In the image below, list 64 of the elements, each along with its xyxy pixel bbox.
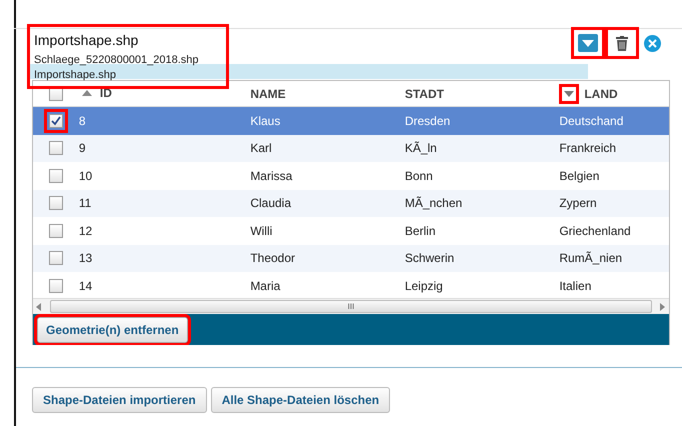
table-cell: Leipzig [404,278,443,293]
sort-down-icon[interactable] [564,88,574,98]
sort-up-icon[interactable] [82,88,92,98]
horizontal-scrollbar[interactable]: III [33,298,669,314]
dropdown-value: Importshape.shp [34,31,140,50]
table-row[interactable]: 10 Marissa Bonn Belgien [33,162,669,190]
footer-button[interactable]: Shape-Dateien importieren [32,387,207,413]
table-row[interactable]: 9 Karl KÃ_ln Frankreich [33,134,669,162]
checkbox[interactable] [48,251,63,266]
table-cell: 14 [78,278,92,293]
table-row[interactable]: 11 Claudia MÃ_nchen Zypern [33,190,669,217]
delete-button[interactable] [608,30,636,56]
table-cell: Schwerin [404,251,454,266]
checkbox[interactable] [48,196,63,210]
table-row[interactable]: 8 Klaus Dresden Deutschand [33,107,669,134]
table-cell: Marissa [250,168,292,183]
table-cell: 11 [78,196,92,210]
caret-icon [578,34,598,52]
scroll-right-icon[interactable] [660,302,666,310]
table-cell: MÃ_nchen [404,196,462,210]
table-cell: RumÃ_nien [559,251,622,266]
table-cell: 13 [78,251,92,266]
table-cell: Zypern [559,196,597,210]
trash-icon [616,36,628,50]
table-cell: Deutschand [559,114,624,128]
column-header[interactable]: LAND [584,84,618,102]
scrollbar-thumb[interactable]: III [50,300,652,313]
table-cell: Frankreich [559,141,616,156]
table-cell: 9 [78,141,86,156]
column-header[interactable]: STADT [404,84,444,102]
checkbox[interactable] [48,224,63,238]
scroll-left-icon[interactable] [36,302,42,310]
table-cell: Karl [250,141,272,156]
file-dropdown[interactable]: Importshape.shp Schlaege_5220800001_2018.shp Importshape.shp [30,27,226,86]
table-cell: KÃ_ln [404,141,437,156]
table-cell: Dresden [404,114,450,128]
table-cell: 10 [78,168,92,183]
table-cell: Bonn [404,168,433,183]
table-cell: 8 [78,114,86,128]
checkbox[interactable] [48,278,63,293]
dropdown-option[interactable]: Schlaege_5220800001_2018.shp [34,53,222,68]
table-cell: Belgien [559,168,600,183]
download-button[interactable] [574,30,602,56]
close-icon [644,34,660,52]
table-row[interactable]: 13 Theodor Schwerin RumÃ_nien [33,244,669,272]
table-cell: Willi [250,224,272,238]
table-cell: Italien [559,278,592,293]
table-cell: Berlin [404,224,436,238]
table-cell: 12 [78,224,92,238]
table-row[interactable]: 12 Willi Berlin Griechenland [33,217,669,244]
table-cell: Theodor [250,251,296,266]
footer-button[interactable]: Alle Shape-Dateien löschen [210,387,390,413]
table-cell: Claudia [250,196,292,210]
checkbox[interactable] [48,168,63,183]
table-row[interactable]: 14 Maria Leipzig Italien [33,272,669,298]
checkbox[interactable] [48,141,63,156]
table-cell: Griechenland [559,224,631,238]
column-header[interactable]: NAME [250,84,286,102]
checkbox[interactable] [48,114,63,128]
table-cell: Klaus [250,114,280,128]
table-cell: Maria [250,278,280,293]
column-header[interactable]: ID [100,84,112,102]
dropdown-option[interactable]: Importshape.shp [34,68,222,83]
remove-geometry-button[interactable]: Geometrie(n) entfernen [37,317,188,343]
